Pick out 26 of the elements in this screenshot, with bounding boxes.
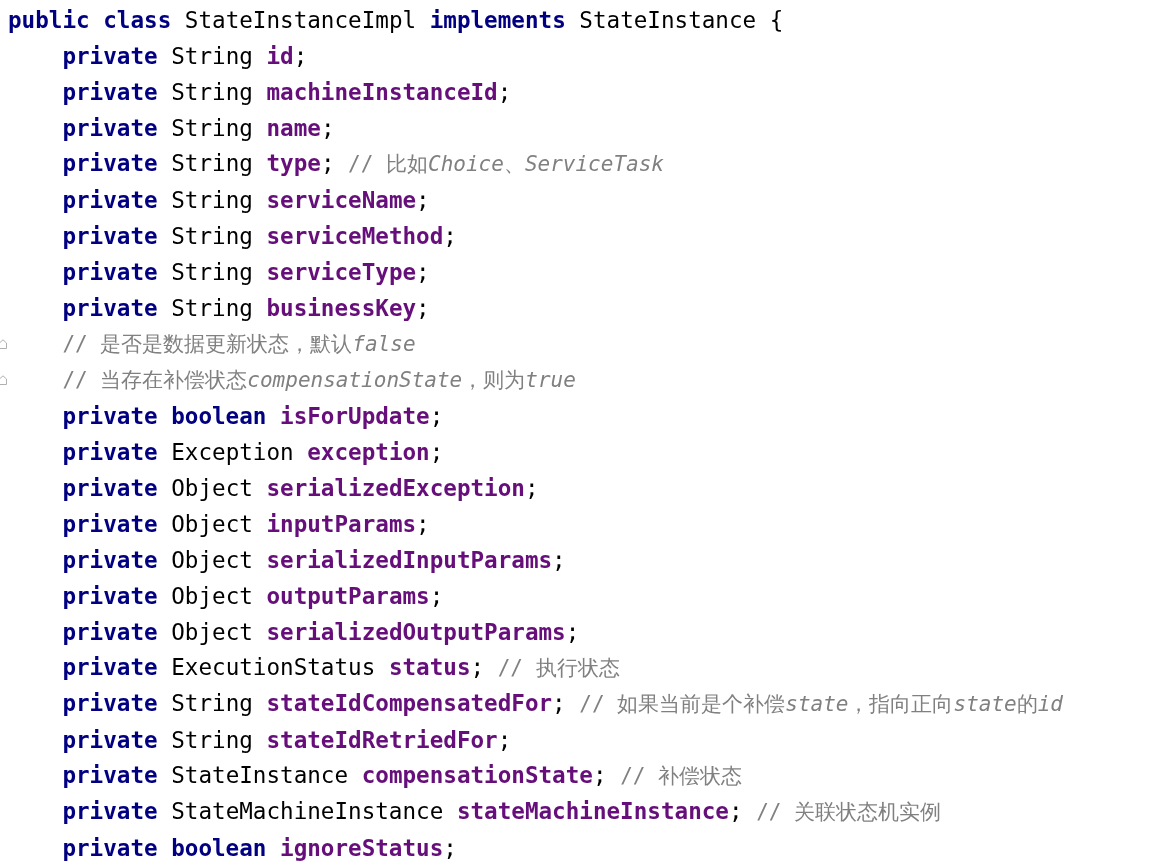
code-line: private ExecutionStatus status; // 执行状态	[61, 654, 620, 682]
code-line: private Object serializedOutputParams;	[61, 619, 580, 645]
code-line: private String serviceType;	[61, 259, 430, 285]
code-line: private String type; // 比如Choice、ServiceTask	[61, 150, 664, 178]
code-line: // 是否是数据更新状态，默认false	[61, 331, 416, 358]
code-line: private boolean ignoreStatus;	[61, 835, 457, 861]
code-line: private Object outputParams;	[61, 583, 444, 609]
code-line: private String name;	[61, 115, 335, 141]
code-line: private Object inputParams;	[61, 511, 430, 537]
fold-marker-icon[interactable]	[0, 339, 7, 349]
code-line: private String stateIdCompensatedFor; // 如果当前是个补偿state，指向正向state的id	[61, 690, 1063, 718]
code-line: private String machineInstanceId;	[61, 79, 512, 105]
code-line: private StateMachineInstance stateMachineInstance; // 关联状态机实例	[61, 798, 942, 826]
code-line: private String serviceName;	[61, 187, 430, 213]
code-line: private boolean isForUpdate;	[61, 403, 444, 429]
code-line: public class StateInstanceImpl implements StateInstance {	[8, 7, 784, 33]
code-line: private String serviceMethod;	[61, 223, 457, 249]
code-line: private StateInstance compensationState; // 补偿状态	[61, 762, 743, 790]
code-line: private Exception exception;	[61, 439, 444, 465]
code-line: private String id;	[61, 43, 308, 69]
code-line: private String businessKey;	[61, 295, 430, 321]
code-line: private Object serializedException;	[61, 475, 539, 501]
code-line: private Object serializedInputParams;	[61, 547, 566, 573]
code-line: private String stateIdRetriedFor;	[61, 727, 512, 753]
fold-marker-icon[interactable]	[0, 375, 7, 385]
code-line: // 当存在补偿状态compensationState，则为true	[61, 367, 576, 394]
